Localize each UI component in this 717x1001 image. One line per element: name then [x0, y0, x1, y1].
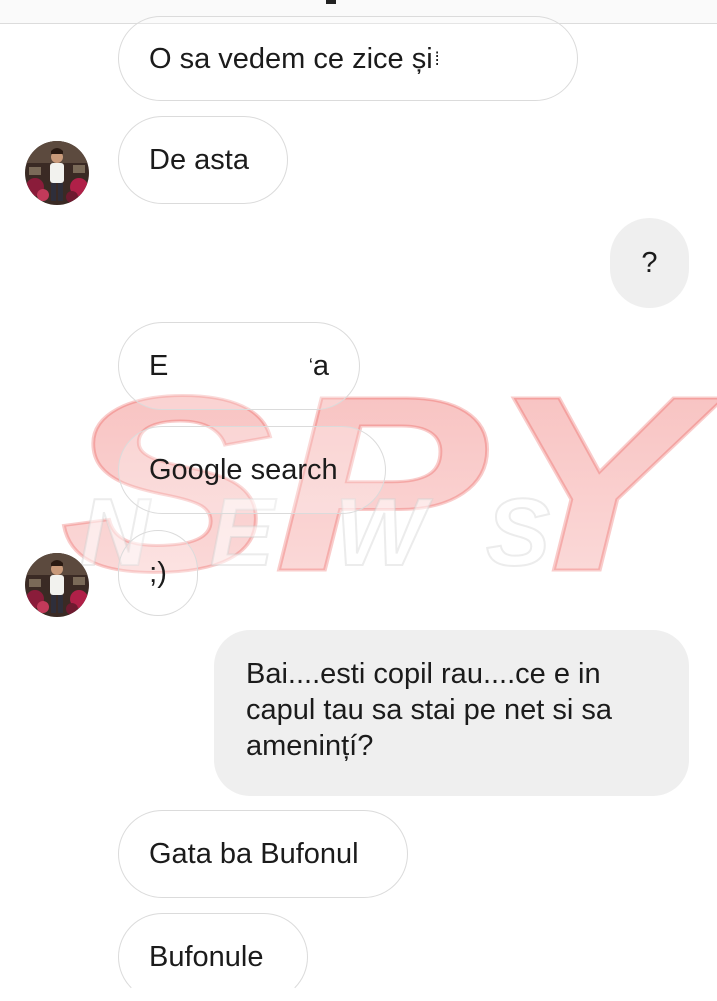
- message-text-end: a: [312, 350, 329, 382]
- message-text: Gata ba Bufonul: [149, 838, 359, 870]
- avatar[interactable]: [25, 141, 89, 205]
- contact-avatar-icon: [25, 141, 89, 205]
- message-text: ?: [641, 247, 658, 279]
- message-bubble[interactable]: Google search: [118, 426, 386, 514]
- message-text: De asta: [149, 144, 249, 176]
- message-text: Bai....esti copil rau....ce e in capul t…: [246, 658, 612, 762]
- avatar[interactable]: [25, 553, 89, 617]
- cropped-glyph: ⁞: [434, 48, 440, 69]
- message-bubble-outgoing[interactable]: ?: [610, 218, 689, 308]
- message-bubble[interactable]: Eʻa: [118, 322, 360, 410]
- message-bubble[interactable]: Bufonule: [118, 913, 308, 1001]
- message-text: O sa vedem ce zice și: [149, 42, 433, 75]
- message-bubble[interactable]: Gata ba Bufonul: [118, 810, 408, 898]
- message-text: Google search: [149, 454, 338, 486]
- message-text-start: E: [149, 350, 169, 382]
- message-bubble[interactable]: O sa vedem ce zice și ⁞: [118, 16, 578, 101]
- message-bubble[interactable]: De asta: [118, 116, 288, 204]
- top-bar-handle: [326, 0, 336, 4]
- message-bubble-outgoing[interactable]: Bai....esti copil rau....ce e in capul t…: [214, 630, 689, 796]
- message-text: ;): [149, 557, 167, 589]
- message-text: Bufonule: [149, 941, 264, 973]
- message-bubble[interactable]: ;): [118, 530, 198, 616]
- contact-avatar-icon: [25, 553, 89, 617]
